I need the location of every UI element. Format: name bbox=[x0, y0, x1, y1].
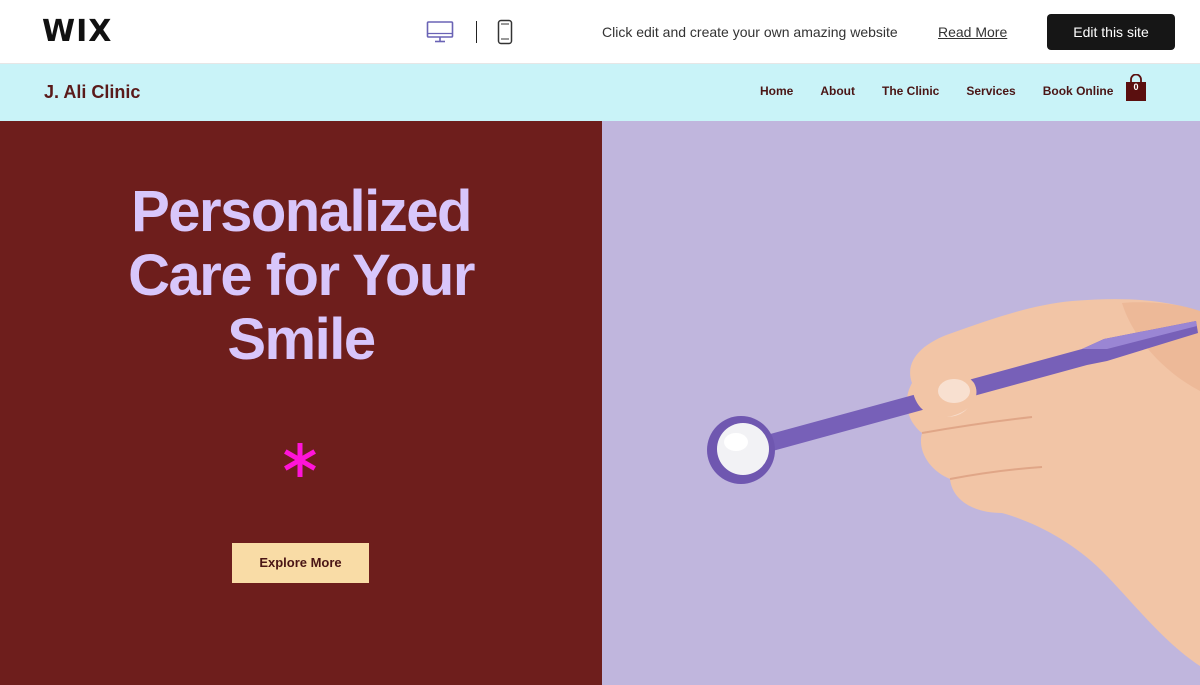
dental-mirror-hand-image bbox=[707, 299, 1200, 666]
cart-button[interactable]: 0 bbox=[1125, 74, 1147, 102]
hero-image-panel bbox=[602, 121, 1200, 685]
asterisk-icon bbox=[280, 440, 320, 480]
nav-item-the-clinic[interactable]: The Clinic bbox=[882, 84, 939, 98]
mobile-icon bbox=[497, 19, 513, 45]
hero-title-line: Personalized bbox=[131, 179, 472, 244]
mobile-view-button[interactable] bbox=[491, 14, 519, 50]
hero-title-line: Care for Your bbox=[128, 243, 475, 308]
nav-item-book-online[interactable]: Book Online bbox=[1043, 84, 1114, 98]
device-toggle bbox=[420, 14, 519, 50]
wix-logo[interactable]: WIX bbox=[42, 14, 112, 49]
device-divider bbox=[476, 21, 477, 43]
site-header: J. Ali Clinic Home About The Clinic Serv… bbox=[0, 64, 1200, 121]
nav-item-services[interactable]: Services bbox=[966, 84, 1015, 98]
nav-item-about[interactable]: About bbox=[820, 84, 855, 98]
main-nav: Home About The Clinic Services Book Onli… bbox=[760, 84, 1113, 98]
edit-site-button[interactable]: Edit this site bbox=[1047, 14, 1175, 50]
promo-text: Click edit and create your own amazing w… bbox=[602, 24, 898, 40]
hero-title: Personalized Care for Your Smile bbox=[60, 180, 542, 372]
site-title[interactable]: J. Ali Clinic bbox=[44, 82, 140, 103]
wix-top-bar: WIX Click edit and create your own amazi… bbox=[0, 0, 1200, 64]
explore-more-button[interactable]: Explore More bbox=[232, 543, 369, 583]
read-more-link[interactable]: Read More bbox=[938, 24, 1007, 40]
cart-count: 0 bbox=[1133, 82, 1139, 92]
desktop-view-button[interactable] bbox=[420, 14, 460, 50]
desktop-icon bbox=[426, 21, 454, 43]
nav-item-home[interactable]: Home bbox=[760, 84, 793, 98]
hero-title-line: Smile bbox=[227, 307, 376, 372]
